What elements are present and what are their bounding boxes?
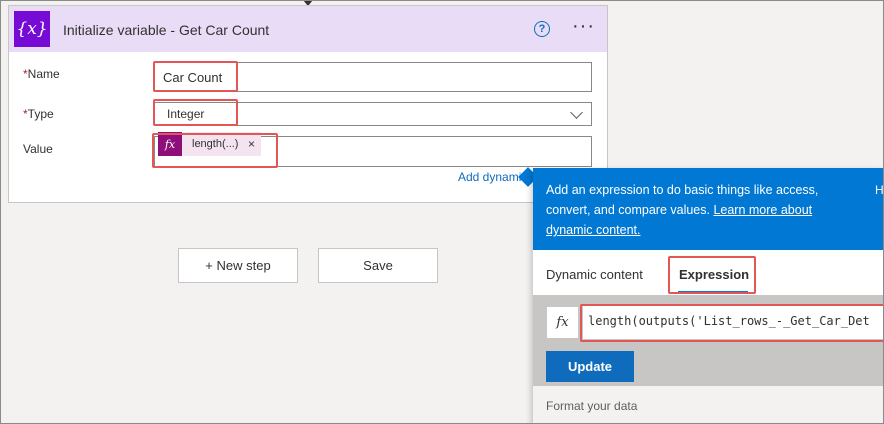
expression-popup: Add an expression to do basic things lik… [533, 168, 884, 424]
info-banner: Add an expression to do basic things lik… [533, 168, 884, 250]
tab-dynamic-content[interactable]: Dynamic content [546, 267, 643, 282]
value-label: Value [23, 142, 53, 156]
info-cutoff-text: H [875, 183, 884, 197]
variable-icon: {x} [14, 11, 50, 47]
more-options-icon[interactable]: ··· [572, 15, 595, 38]
format-data-label: Format your data [546, 399, 638, 413]
initialize-variable-card: {x} Initialize variable - Get Car Count … [8, 5, 608, 203]
info-text: Add an expression to do basic things lik… [546, 183, 819, 237]
highlight-name-value [153, 61, 238, 92]
type-label: *Type [23, 107, 54, 121]
card-header[interactable]: {x} Initialize variable - Get Car Count … [9, 6, 607, 52]
highlight-value-token [152, 133, 278, 168]
update-button[interactable]: Update [546, 351, 634, 382]
save-button[interactable]: Save [318, 248, 438, 283]
new-step-button[interactable]: + New step [178, 248, 298, 283]
highlight-type-value [153, 99, 238, 126]
chevron-down-icon [570, 106, 583, 119]
help-icon[interactable]: ? [534, 21, 550, 37]
name-label: *Name [23, 67, 60, 81]
highlight-expression-tab [668, 256, 756, 294]
highlight-expression-input [580, 304, 884, 342]
add-dynamic-content-link[interactable]: Add dynamic [458, 170, 527, 184]
card-title: Initialize variable - Get Car Count [63, 22, 270, 38]
format-data-section[interactable]: Format your data [533, 386, 884, 424]
fx-icon: fx [546, 306, 579, 339]
